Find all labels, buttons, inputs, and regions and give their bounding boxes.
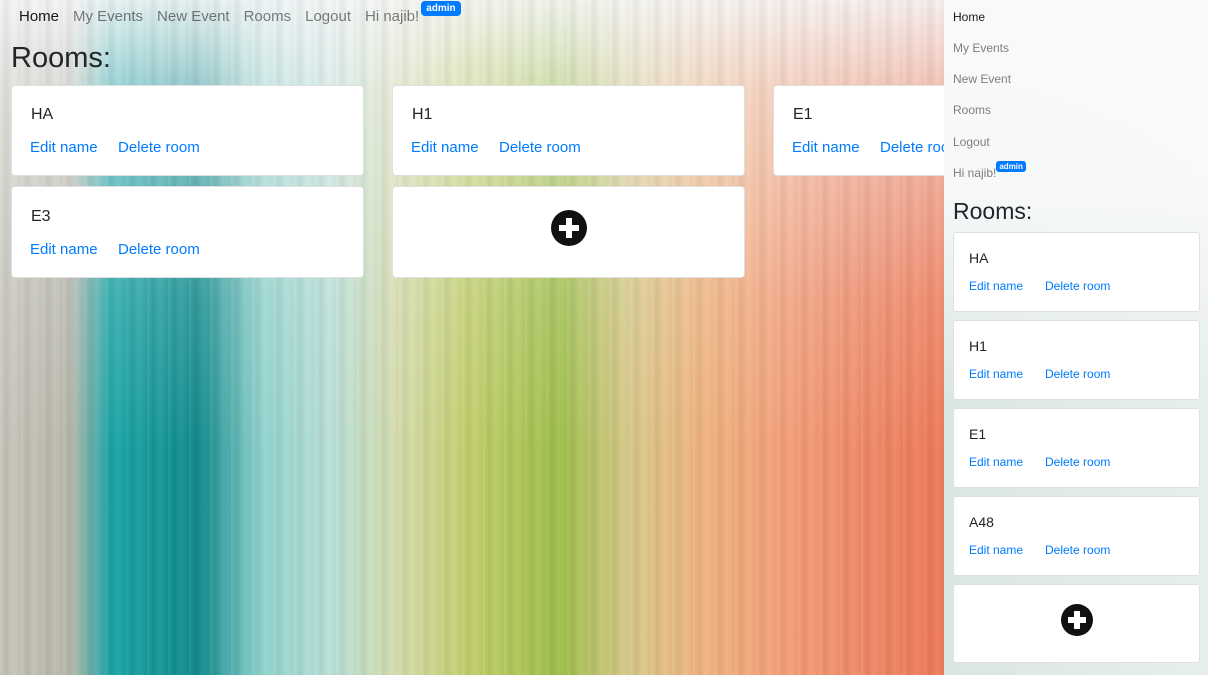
room-name: H1 [412,106,433,123]
delete-room-link[interactable]: Delete room [499,139,581,156]
room-card: E3 Edit name Delete room [11,186,364,278]
navbar: Home My Events New Event Rooms Logout Hi… [0,0,461,32]
mobile-page-title: Rooms: [953,198,1033,224]
nav-new-event[interactable]: New Event [157,8,230,25]
edit-name-link[interactable]: Edit name [30,241,98,258]
delete-room-link[interactable]: Delete room [1045,543,1110,557]
room-card: HA Edit name Delete room [11,85,364,176]
plus-circle-icon[interactable] [551,210,587,246]
admin-badge: admin [421,0,461,16]
mobile-nav-my-events[interactable]: My Events [953,41,1009,55]
nav-rooms[interactable]: Rooms [244,8,292,25]
room-name: E1 [793,106,813,123]
edit-name-link[interactable]: Edit name [411,139,479,156]
page-title: Rooms: [11,42,111,74]
room-name: E1 [969,426,987,442]
delete-room-link[interactable]: Delete room [118,139,200,156]
mobile-greeting-text: Hi najib! [953,166,997,180]
edit-name-link[interactable]: Edit name [30,139,98,156]
edit-name-link[interactable]: Edit name [969,543,1023,557]
nav-logout[interactable]: Logout [305,8,351,25]
mobile-user-greeting: Hi najib! admin [953,161,1026,180]
edit-name-link[interactable]: Edit name [792,139,860,156]
mobile-nav-rooms[interactable]: Rooms [953,103,991,117]
room-name: A48 [969,514,994,530]
mobile-room-card: A48 Edit name Delete room [953,496,1200,576]
mobile-room-card: E1 Edit name Delete room [953,408,1200,488]
room-name: HA [969,250,989,266]
room-name: E3 [31,208,51,225]
room-name: H1 [969,338,987,354]
plus-circle-icon[interactable] [1061,604,1093,636]
nav-my-events[interactable]: My Events [73,8,143,25]
room-name: HA [31,106,54,123]
delete-room-link[interactable]: Delete room [1045,279,1110,293]
mobile-nav-logout[interactable]: Logout [953,135,990,149]
nav-home[interactable]: Home [19,8,59,25]
mobile-room-card: HA Edit name Delete room [953,232,1200,312]
mobile-room-card: H1 Edit name Delete room [953,320,1200,400]
mobile-add-room-card[interactable] [953,584,1200,663]
mobile-preview: Home My Events New Event Rooms Logout Hi… [944,0,1208,675]
greeting-text: Hi najib! [365,7,420,25]
edit-name-link[interactable]: Edit name [969,455,1023,469]
edit-name-link[interactable]: Edit name [969,367,1023,381]
mobile-admin-badge: admin [996,161,1026,172]
delete-room-link[interactable]: Delete room [1045,455,1110,469]
add-room-card[interactable] [392,186,745,278]
mobile-nav-new-event[interactable]: New Event [953,72,1011,86]
edit-name-link[interactable]: Edit name [969,279,1023,293]
room-card: H1 Edit name Delete room [392,85,745,176]
mobile-nav-home[interactable]: Home [953,10,985,24]
user-greeting: Hi najib! admin [365,0,461,25]
delete-room-link[interactable]: Delete room [118,241,200,258]
delete-room-link[interactable]: Delete room [1045,367,1110,381]
